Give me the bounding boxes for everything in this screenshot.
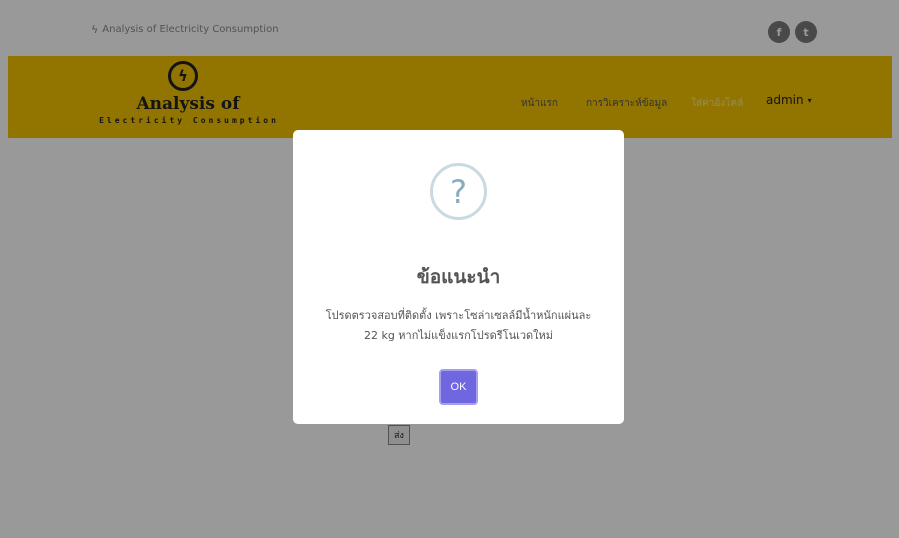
- dialog-message-line: โปรดตรวจสอบที่ติดตั้ง เพราะโซล่าเซลล์มีน…: [325, 309, 592, 322]
- question-icon: ?: [430, 163, 487, 220]
- alert-dialog: ? ข้อแนะนำ โปรดตรวจสอบที่ติดตั้ง เพราะโซ…: [293, 130, 624, 424]
- dialog-title: ข้อแนะนำ: [416, 266, 501, 288]
- ok-button[interactable]: OK: [439, 369, 478, 405]
- dialog-message: โปรดตรวจสอบที่ติดตั้ง เพราะโซล่าเซลล์มีน…: [313, 306, 604, 346]
- dialog-message-line: 22 kg หากไม่แข็งแรกโปรดรีโนเวดใหม่: [363, 329, 554, 342]
